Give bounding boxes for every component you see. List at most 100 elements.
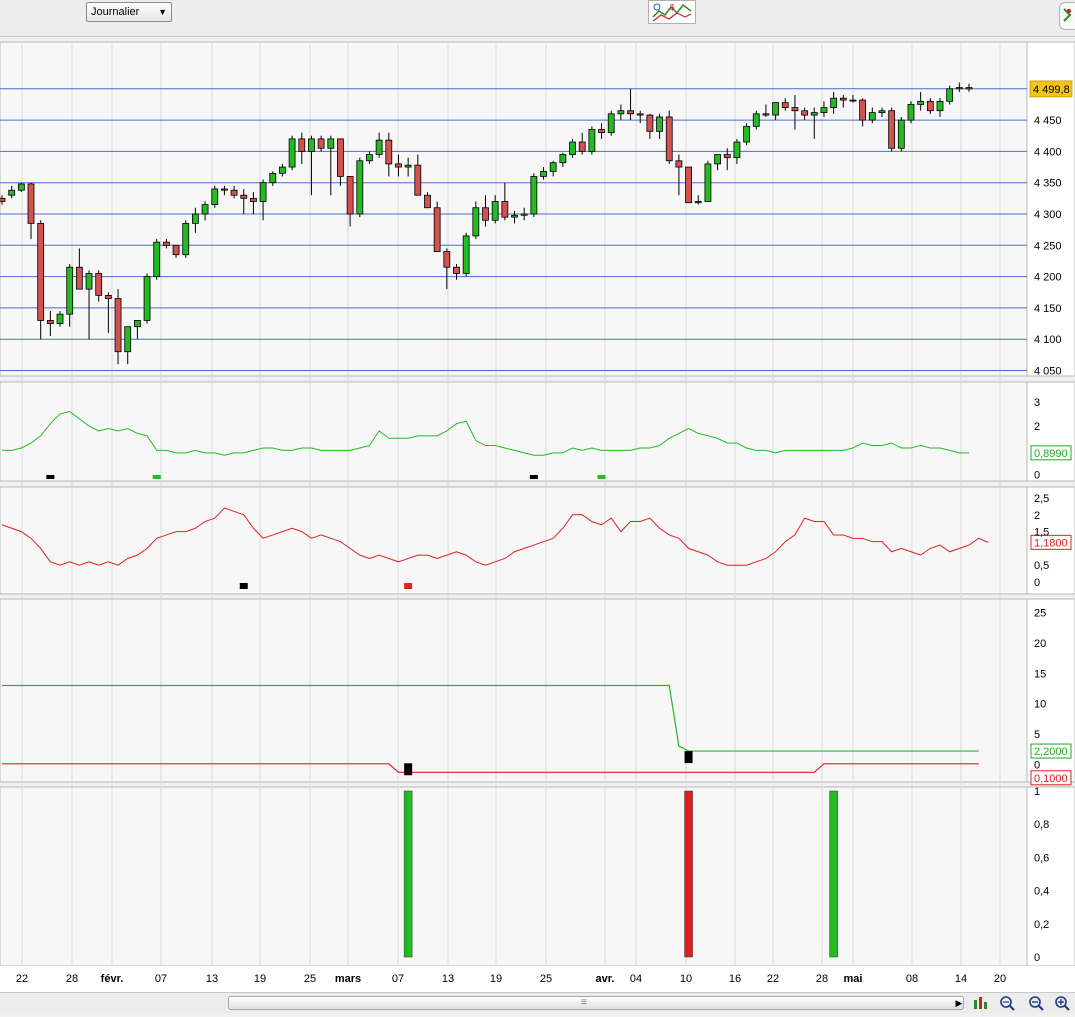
- ind3-tick-label: 25: [1034, 608, 1046, 620]
- x-tick-label: 28: [816, 973, 828, 985]
- indicator-1-current-label: 0,8990: [1034, 448, 1068, 460]
- current-price-label: 4 499,8: [1033, 84, 1070, 96]
- top-toolbar: Journalier ▼ $: [0, 0, 1075, 37]
- candle-body: [75, 266, 83, 290]
- ind2-tick-label: 2,5: [1034, 493, 1049, 505]
- candle-body: [56, 313, 64, 324]
- candle-body: [366, 154, 373, 162]
- candle-body: [665, 116, 673, 162]
- horizontal-scrollbar[interactable]: ≡: [228, 996, 964, 1010]
- candle-body: [810, 112, 818, 116]
- indicators-chart-icon[interactable]: $: [648, 0, 696, 24]
- x-tick-label: 28: [66, 973, 78, 985]
- candle-body: [191, 213, 199, 224]
- scroll-right-icon[interactable]: ▶: [952, 996, 966, 1010]
- candle-body: [868, 112, 876, 121]
- candle-body: [143, 276, 151, 321]
- ind2-tick-label: 0,5: [1034, 560, 1049, 572]
- candle-body: [888, 110, 896, 149]
- candle-body: [0, 197, 6, 202]
- bottom-toolbar: ≡ ▶: [0, 992, 1075, 1013]
- x-tick-label: 25: [304, 973, 316, 985]
- candle-body: [443, 251, 451, 268]
- price-tick-label: 4 150: [1034, 303, 1062, 315]
- candle-body: [8, 189, 16, 196]
- period-select[interactable]: Journalier ▼: [86, 2, 172, 22]
- candle-body: [317, 138, 325, 149]
- ind3-tick-label: 15: [1034, 668, 1046, 680]
- candle-body: [781, 102, 789, 108]
- candle-body: [675, 160, 683, 168]
- auto-scale-icon[interactable]: [972, 994, 990, 1012]
- indicator-3-marker: [404, 763, 413, 776]
- candle-body: [791, 107, 799, 112]
- candle-body: [462, 235, 470, 274]
- candle-body: [37, 222, 45, 321]
- candle-body: [404, 164, 412, 168]
- candle-body: [66, 266, 74, 315]
- candle-body: [607, 113, 615, 134]
- ind4-tick-label: 0,2: [1034, 919, 1049, 931]
- candle-body: [46, 320, 54, 324]
- candle-body: [598, 129, 605, 134]
- ind3-tick-label: 5: [1034, 729, 1040, 741]
- candle-body: [346, 176, 354, 215]
- candle-body: [211, 188, 219, 206]
- indicator-2-marker: [239, 583, 248, 589]
- candle-body: [704, 163, 712, 202]
- x-tick-label: 13: [206, 973, 218, 985]
- candle-body: [95, 273, 103, 296]
- panel-toggle-icon[interactable]: [1059, 2, 1075, 30]
- candle-body: [288, 138, 296, 168]
- candle-body: [685, 166, 692, 204]
- candle-body: [221, 188, 228, 191]
- ind4-tick-label: 0,6: [1034, 852, 1049, 864]
- candle-body: [578, 141, 586, 152]
- candle-body: [85, 273, 93, 290]
- panel-ind1-background: [0, 381, 1028, 482]
- x-tick-label: 08: [906, 973, 918, 985]
- candle-body: [656, 116, 663, 132]
- period-select-label: Journalier: [91, 6, 140, 18]
- candle-body: [327, 138, 335, 149]
- panel-ind3-background: [0, 598, 1028, 783]
- candle-body: [743, 125, 750, 143]
- candle-body: [907, 104, 915, 121]
- candle-body: [540, 171, 547, 177]
- x-tick-label: 25: [540, 973, 552, 985]
- candle-body: [936, 100, 944, 112]
- ind2-tick-label: 2: [1034, 510, 1040, 522]
- ind4-tick-label: 0,4: [1034, 886, 1049, 898]
- ind1-tick-label: 2: [1034, 421, 1040, 433]
- price-tick-label: 4 050: [1034, 366, 1062, 378]
- candle-body: [201, 204, 209, 215]
- signal-bar: [403, 790, 413, 958]
- scroll-grip-icon: ≡: [581, 997, 587, 1008]
- candle-body: [926, 100, 934, 112]
- indicator-1-marker: [597, 475, 606, 479]
- candle-body: [617, 110, 625, 115]
- price-tick-label: 4 250: [1034, 240, 1062, 252]
- chart-canvas[interactable]: 4 499,8 0,8990 1,1800 2,2000 0,1000 4 450…: [0, 36, 1075, 992]
- x-tick-label: 22: [767, 973, 779, 985]
- candle-body: [878, 110, 886, 113]
- zoom-fit-icon[interactable]: [998, 994, 1016, 1012]
- zoom-in-icon[interactable]: [1053, 994, 1071, 1012]
- x-tick-label: avr.: [596, 973, 615, 985]
- candle-body: [636, 113, 644, 116]
- price-tick-label: 4 300: [1034, 209, 1062, 221]
- candle-body: [559, 154, 567, 164]
- candle-body: [511, 214, 518, 218]
- price-tick-label: 4 100: [1034, 334, 1062, 346]
- candle-body: [752, 113, 760, 127]
- ind2-tick-label: 0: [1034, 577, 1040, 589]
- zoom-out-icon[interactable]: [1027, 994, 1045, 1012]
- candle-body: [453, 266, 460, 274]
- ind2-tick-label: 1,5: [1034, 527, 1049, 539]
- candle-body: [308, 138, 315, 152]
- candle-body: [501, 201, 509, 218]
- candle-body: [162, 241, 170, 246]
- candle-body: [250, 197, 257, 202]
- svg-text:$: $: [670, 3, 675, 12]
- x-tick-label: févr.: [101, 973, 124, 985]
